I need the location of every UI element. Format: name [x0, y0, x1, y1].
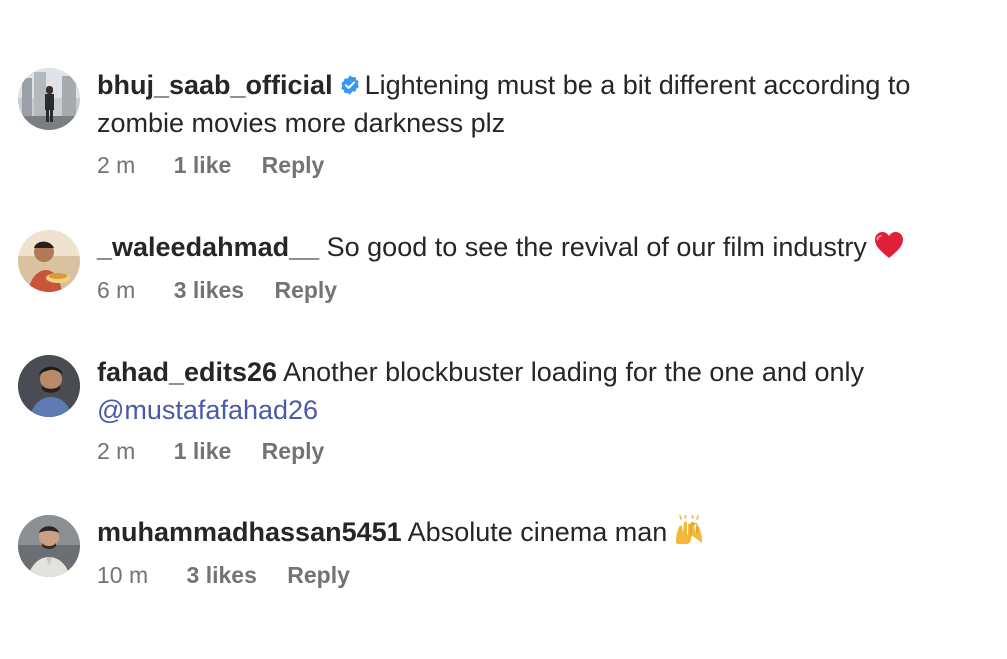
avatar[interactable] — [18, 515, 80, 577]
raising-hands-icon — [673, 514, 705, 555]
comment-username[interactable]: fahad_edits26 — [97, 357, 277, 387]
comment-body: muhammadhassan5451 Absolute cinema man — [97, 513, 977, 555]
comment-text-line1: Absolute cinema man — [407, 517, 668, 547]
comment-time: 6 m — [97, 277, 136, 303]
comment-text-line1: Another blockbuster loading for the one … — [283, 357, 864, 387]
comment-username[interactable]: _waleedahmad__ — [97, 232, 319, 262]
avatar-photo-city-icon — [18, 68, 80, 130]
comments-list: bhuj_saab_official Lightening must be a b… — [0, 0, 1007, 659]
comment-meta: 2 m 1 like Reply — [97, 438, 324, 465]
comment-text: _waleedahmad__ So good to see the reviva… — [97, 228, 977, 270]
comment-likes[interactable]: 3 likes — [187, 562, 257, 589]
avatar-photo-person-icon — [18, 515, 80, 577]
comment-time: 2 m — [97, 438, 136, 464]
comment-likes[interactable]: 3 likes — [174, 277, 244, 304]
comment-time: 2 m — [97, 152, 136, 178]
comment-text: muhammadhassan5451 Absolute cinema man — [97, 513, 977, 555]
comment-text-line1: Lightening must be a bit different accor… — [364, 70, 911, 100]
comment-username[interactable]: bhuj_saab_official — [97, 70, 333, 100]
comment-text: bhuj_saab_official Lightening must be a b… — [97, 66, 977, 142]
comment-meta: 6 m 3 likes Reply — [97, 277, 337, 304]
reply-button[interactable]: Reply — [287, 562, 350, 589]
comment-meta: 10 m 3 likes Reply — [97, 562, 350, 589]
red-heart-icon — [873, 230, 905, 270]
comment-text-line2: zombie movies more darkness plz — [97, 108, 506, 138]
comment-body: _waleedahmad__ So good to see the reviva… — [97, 228, 977, 270]
avatar[interactable] — [18, 68, 80, 130]
avatar[interactable] — [18, 355, 80, 417]
comment-text: fahad_edits26 Another blockbuster loadin… — [97, 353, 977, 429]
verified-badge-icon — [339, 74, 361, 96]
comment-body: fahad_edits26 Another blockbuster loadin… — [97, 353, 977, 429]
comment-time: 10 m — [97, 562, 149, 588]
comment-likes[interactable]: 1 like — [174, 152, 232, 179]
comment-likes[interactable]: 1 like — [174, 438, 232, 465]
avatar-photo-person-icon — [18, 355, 80, 417]
reply-button[interactable]: Reply — [262, 152, 325, 179]
mention-link[interactable]: @mustafafahad26 — [97, 395, 318, 425]
reply-button[interactable]: Reply — [262, 438, 325, 465]
comment-username[interactable]: muhammadhassan5451 — [97, 517, 402, 547]
comment-text-line1: So good to see the revival of our film i… — [326, 232, 867, 262]
avatar-photo-person-icon — [18, 230, 80, 292]
reply-button[interactable]: Reply — [274, 277, 337, 304]
comment-meta: 2 m 1 like Reply — [97, 152, 324, 179]
comment-body: bhuj_saab_official Lightening must be a b… — [97, 66, 977, 142]
avatar[interactable] — [18, 230, 80, 292]
